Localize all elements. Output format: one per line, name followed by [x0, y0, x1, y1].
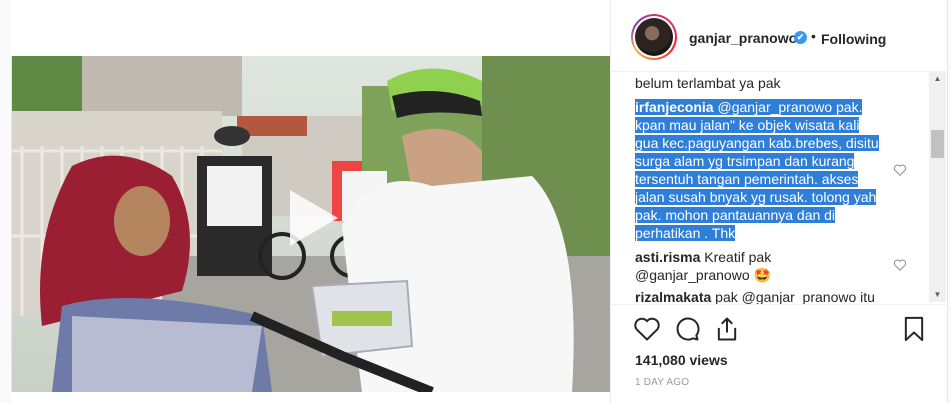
following-button[interactable]: Following	[821, 31, 886, 47]
scroll-thumb[interactable]	[931, 130, 944, 158]
comment-text: belum terlambat ya pak	[635, 75, 781, 91]
comment-like-heart-icon[interactable]	[893, 258, 907, 272]
post-actions: 141,080 views 1 DAY AGO	[611, 304, 948, 403]
comments-scrollbar[interactable]: ▲ ▼	[929, 72, 946, 302]
scroll-down-arrow-icon[interactable]: ▼	[929, 288, 946, 302]
comment-author-link[interactable]: asti.risma	[635, 249, 700, 265]
view-count[interactable]: 141,080 views	[635, 352, 728, 368]
comment-line: @ganjar_pranowo pak.	[713, 99, 863, 115]
avatar[interactable]	[631, 14, 677, 60]
comment-item: rizalmakata pak @ganjar_pranowo itu	[635, 288, 885, 304]
comment-text: @ganjar_pranowo 🤩	[635, 267, 771, 283]
comment-item: asti.risma Kreatif pak @ganjar_pranowo 🤩	[635, 248, 885, 284]
post-header: ganjar_pranowo ✔ • Following	[611, 0, 948, 72]
comment-line: tersentuh tangan pemerintah. akses	[635, 171, 859, 187]
comment-author-link[interactable]: irfanjeconia	[635, 99, 714, 115]
post-date[interactable]: 1 DAY AGO	[635, 377, 689, 388]
comment-line: jalan susah bnyak yg rusak. tolong yah	[635, 189, 877, 205]
verified-badge-icon: ✔	[794, 31, 807, 44]
heart-icon[interactable]	[633, 315, 661, 343]
comment-like-heart-icon[interactable]	[893, 163, 907, 177]
bookmark-icon[interactable]	[900, 315, 928, 343]
page-top-area	[11, 0, 610, 56]
share-icon[interactable]	[713, 315, 741, 343]
post-video[interactable]	[12, 56, 610, 392]
comment-line: gua kec.paguyangan kab.brebes, disitu	[635, 135, 879, 151]
play-icon[interactable]	[280, 186, 344, 250]
comments-list: belum terlambat ya pak irfanjeconia @gan…	[611, 72, 948, 304]
comment-line: kpan mau jalan" ke objek wisata kali	[635, 117, 860, 133]
post-sidebar: ganjar_pranowo ✔ • Following belum terla…	[610, 0, 948, 403]
username-link[interactable]: ganjar_pranowo	[689, 30, 797, 46]
page-bottom-area	[11, 392, 610, 403]
comment-text: Kreatif pak	[700, 249, 772, 265]
separator-dot: •	[811, 28, 816, 44]
comment-icon[interactable]	[673, 315, 701, 343]
scroll-up-arrow-icon[interactable]: ▲	[929, 72, 946, 86]
comment-item: irfanjeconia @ganjar_pranowo pak. kpan m…	[635, 98, 885, 242]
comment-line: pak. mohon pantauannya dan di	[635, 207, 836, 223]
comment-line: surga alam yg trsimpan dan kurang	[635, 153, 855, 169]
comment-line: perhatikan . Thk	[635, 225, 736, 241]
comment-text: pak @ganjar_pranowo itu	[711, 289, 875, 304]
comment-author-link[interactable]: rizalmakata	[635, 289, 711, 304]
